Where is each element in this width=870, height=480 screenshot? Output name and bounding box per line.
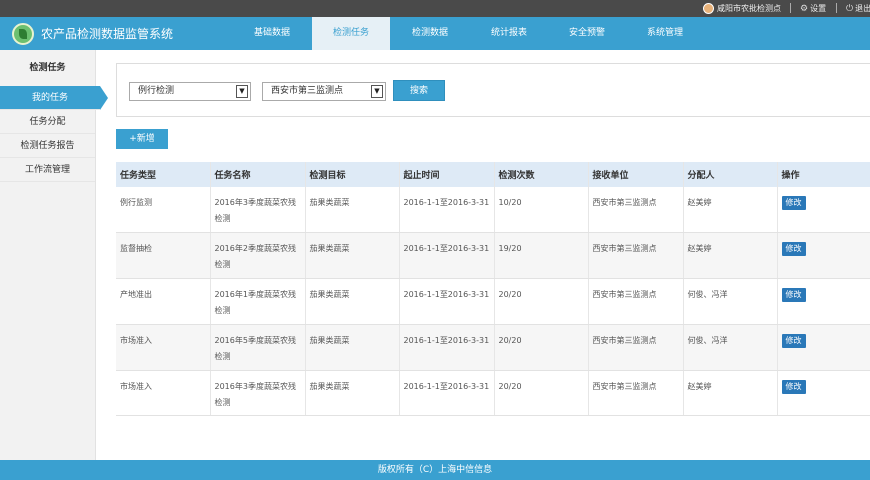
nav-reports[interactable]: 统计报表: [470, 17, 548, 50]
cell-assignee: 何俊、冯洋: [683, 324, 778, 371]
station-value: 西安市第三监测点: [271, 86, 344, 96]
cell-count: 20/20: [494, 278, 589, 325]
logout-link[interactable]: ⏻ 退出: [846, 3, 870, 14]
cell-assignee: 赵美婷: [683, 232, 778, 280]
settings-link[interactable]: ⚙ 设置: [800, 3, 826, 14]
task-type-select[interactable]: 例行检测 ▼: [129, 82, 251, 101]
nav-detection-data[interactable]: 检测数据: [390, 17, 470, 50]
cell-name: 2016年5季度蔬菜农残检测: [210, 324, 306, 371]
edit-button[interactable]: 修改: [781, 242, 806, 257]
divider: [790, 3, 791, 13]
cell-target: 茄果类蔬菜: [305, 232, 400, 280]
edit-button[interactable]: 修改: [781, 379, 806, 394]
app-title: 农产品检测数据监管系统: [41, 27, 174, 41]
table-row: 市场准入 2016年5季度蔬菜农残检测 茄果类蔬菜 2016-1-1至2016-…: [116, 324, 870, 371]
filter-panel: 例行检测 ▼ 西安市第三监测点 ▼ 搜索: [116, 63, 870, 117]
cell-receiver: 西安市第三监测点: [588, 370, 684, 417]
column-header: 检测次数: [494, 162, 589, 187]
cell-assignee: 何俊、冯洋: [683, 278, 778, 325]
cell-type: 监督抽检: [116, 232, 211, 280]
cell-period: 2016-1-1至2016-3-31: [399, 324, 495, 371]
sidebar-item-my-tasks[interactable]: 我的任务: [0, 86, 108, 110]
column-header: 起止时间: [399, 162, 495, 187]
table-row: 监督抽检 2016年2季度蔬菜农残检测 茄果类蔬菜 2016-1-1至2016-…: [116, 232, 870, 280]
cell-action: 修改: [777, 232, 870, 280]
edit-button[interactable]: 修改: [781, 288, 806, 303]
avatar: [703, 3, 714, 14]
table-row: 例行监测 2016年3季度蔬菜农残检测 茄果类蔬菜 2016-1-1至2016-…: [116, 187, 870, 234]
cell-target: 茄果类蔬菜: [305, 187, 400, 234]
cell-action: 修改: [777, 324, 870, 371]
cell-count: 19/20: [494, 232, 589, 280]
cell-count: 20/20: [494, 324, 589, 371]
cell-name: 2016年3季度蔬菜农残检测: [210, 187, 306, 234]
cell-count: 20/20: [494, 370, 589, 417]
column-header: 分配人: [683, 162, 778, 187]
cell-receiver: 西安市第三监测点: [588, 324, 684, 371]
column-header: 任务名称: [210, 162, 306, 187]
divider: [836, 3, 837, 13]
cell-assignee: 赵美婷: [683, 187, 778, 234]
sidebar: 检测任务 我的任务 任务分配 检测任务报告 工作流管理: [0, 50, 108, 460]
task-type-value: 例行检测: [138, 86, 175, 96]
chevron-down-icon: ▼: [236, 85, 248, 98]
edit-button[interactable]: 修改: [781, 196, 806, 210]
gear-icon: ⚙: [800, 3, 809, 14]
sidebar-item-task-assignment[interactable]: 任务分配: [0, 110, 95, 134]
add-button[interactable]: +新增: [116, 129, 168, 149]
cell-type: 市场准入: [116, 324, 211, 371]
current-user[interactable]: 咸阳市农批检测点: [703, 3, 781, 14]
station-select[interactable]: 西安市第三监测点 ▼: [262, 82, 386, 101]
cell-period: 2016-1-1至2016-3-31: [399, 370, 495, 417]
cell-action: 修改: [777, 278, 870, 325]
top-bar: 咸阳市农批检测点 ⚙ 设置 ⏻ 退出: [0, 0, 870, 17]
search-button[interactable]: 搜索: [393, 80, 445, 101]
task-table: 任务类型 任务名称 检测目标 起止时间 检测次数 接收单位 分配人 操作 例行监…: [116, 162, 870, 417]
main-nav: 基础数据 检测任务 检测数据 统计报表 安全预警 系统管理: [232, 17, 704, 50]
sidebar-item-task-report[interactable]: 检测任务报告: [0, 134, 95, 158]
sidebar-heading: 检测任务: [29, 63, 66, 73]
column-header: 操作: [777, 162, 870, 187]
cell-count: 10/20: [494, 187, 589, 234]
settings-label: 设置: [810, 4, 827, 13]
cell-period: 2016-1-1至2016-3-31: [399, 187, 495, 234]
table-header-row: 任务类型 任务名称 检测目标 起止时间 检测次数 接收单位 分配人 操作: [116, 162, 870, 187]
nav-detection-tasks[interactable]: 检测任务: [312, 17, 390, 50]
cell-name: 2016年3季度蔬菜农残检测: [210, 370, 306, 417]
cell-type: 例行监测: [116, 187, 211, 234]
cell-action: 修改: [777, 370, 870, 417]
table-row: 产地准出 2016年1季度蔬菜农残检测 茄果类蔬菜 2016-1-1至2016-…: [116, 278, 870, 325]
cell-target: 茄果类蔬菜: [305, 278, 400, 325]
logout-label: 退出: [855, 4, 870, 13]
cell-receiver: 西安市第三监测点: [588, 232, 684, 280]
cell-period: 2016-1-1至2016-3-31: [399, 232, 495, 280]
column-header: 检测目标: [305, 162, 400, 187]
nav-system-admin[interactable]: 系统管理: [626, 17, 704, 50]
column-header: 任务类型: [116, 162, 211, 187]
cell-period: 2016-1-1至2016-3-31: [399, 278, 495, 325]
logout-icon: ⏻: [846, 3, 854, 14]
cell-name: 2016年1季度蔬菜农残检测: [210, 278, 306, 325]
cell-type: 产地准出: [116, 278, 211, 325]
edit-button[interactable]: 修改: [781, 333, 806, 348]
app-header: 农产品检测数据监管系统 基础数据 检测任务 检测数据 统计报表 安全预警 系统管…: [0, 17, 870, 50]
cell-name: 2016年2季度蔬菜农残检测: [210, 232, 306, 280]
chevron-down-icon: ▼: [371, 85, 383, 98]
nav-safety-alerts[interactable]: 安全预警: [548, 17, 626, 50]
footer-copyright: 版权所有（C）上海中信信息: [0, 460, 870, 480]
cell-type: 市场准入: [116, 370, 211, 417]
column-header: 接收单位: [588, 162, 684, 187]
nav-basic-data[interactable]: 基础数据: [232, 17, 312, 50]
user-name: 咸阳市农批检测点: [717, 4, 781, 13]
cell-target: 茄果类蔬菜: [305, 370, 400, 417]
cell-receiver: 西安市第三监测点: [588, 187, 684, 234]
cell-assignee: 赵美婷: [683, 370, 778, 417]
sidebar-item-workflow[interactable]: 工作流管理: [0, 158, 95, 182]
cell-target: 茄果类蔬菜: [305, 324, 400, 371]
cell-receiver: 西安市第三监测点: [588, 278, 684, 325]
cell-action: 修改: [777, 187, 870, 234]
logo-icon: [12, 23, 34, 45]
table-row: 市场准入 2016年3季度蔬菜农残检测 茄果类蔬菜 2016-1-1至2016-…: [116, 370, 870, 417]
